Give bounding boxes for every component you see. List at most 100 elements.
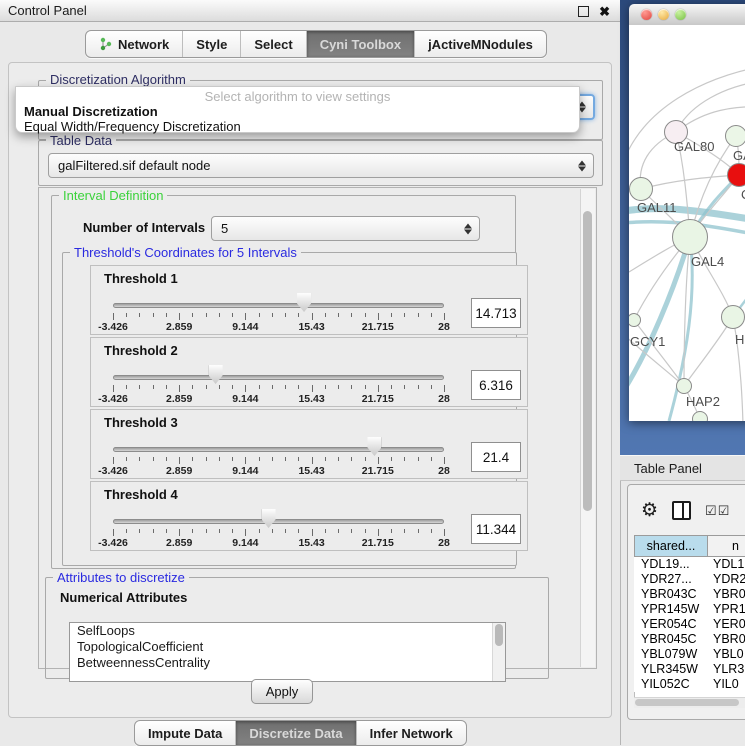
network-node-hap2[interactable] bbox=[676, 378, 692, 394]
network-canvas[interactable]: GAL80GACGAL11GAL4GCY1HHAP2 bbox=[629, 25, 745, 421]
tab-infer-network[interactable]: Infer Network bbox=[357, 721, 466, 745]
table-row[interactable]: YDR27...YDR2 bbox=[634, 572, 745, 587]
tab-discretize-data[interactable]: Discretize Data bbox=[236, 721, 356, 745]
network-node-gal11[interactable] bbox=[629, 177, 653, 201]
attribute-list-item[interactable]: TopologicalCoefficient bbox=[70, 639, 505, 655]
interval-definition-group: Interval Definition Number of Intervals … bbox=[51, 195, 516, 569]
scrollbar-thumb[interactable] bbox=[583, 211, 592, 511]
column-header-shared-name[interactable]: shared... bbox=[634, 535, 708, 557]
number-of-intervals-combobox[interactable]: 5 bbox=[211, 216, 480, 241]
settings-vertical-scrollbar[interactable] bbox=[580, 189, 595, 667]
tab-jactivemnodules[interactable]: jActiveMNodules bbox=[415, 31, 546, 57]
scale-tick-label: 28 bbox=[438, 537, 450, 549]
tab-label: Impute Data bbox=[148, 726, 222, 741]
threshold-label: Threshold 1 bbox=[104, 271, 178, 286]
scale-tick-label: 9.144 bbox=[232, 321, 258, 333]
threshold-slider-thumb[interactable] bbox=[367, 437, 381, 456]
minimize-traffic-light-icon[interactable] bbox=[658, 9, 669, 20]
scale-tick-label: 9.144 bbox=[232, 393, 258, 405]
scale-tick-label: 2.859 bbox=[166, 465, 192, 477]
scale-tick-label: 21.715 bbox=[362, 321, 394, 333]
algorithm-option-equal-width[interactable]: Equal Width/Frequency Discretization bbox=[16, 119, 579, 134]
threshold-label: Threshold 3 bbox=[104, 415, 178, 430]
threshold-value-field[interactable]: 14.713 bbox=[471, 298, 521, 328]
algorithm-dropdown-popup: Select algorithm to view settings Manual… bbox=[15, 86, 580, 133]
threshold-slider-track[interactable] bbox=[113, 375, 444, 380]
tab-style[interactable]: Style bbox=[183, 31, 241, 57]
attribute-list-item[interactable]: BetweennessCentrality bbox=[70, 655, 505, 671]
node-label: GAL11 bbox=[637, 200, 677, 215]
scrollbar-thumb[interactable] bbox=[495, 624, 503, 646]
tab-network[interactable]: Network bbox=[86, 31, 183, 57]
scale-tick-label: 21.715 bbox=[362, 465, 394, 477]
scale-tick-label: 28 bbox=[438, 393, 450, 405]
network-view-window: GAL80GACGAL11GAL4GCY1HHAP2 bbox=[629, 4, 745, 421]
scrollbar-thumb[interactable] bbox=[635, 699, 739, 706]
threshold-panel-3: Threshold 3-3.4262.8599.14415.4321.71528… bbox=[90, 409, 528, 479]
algorithm-option-manual[interactable]: Manual Discretization bbox=[16, 104, 579, 119]
scale-tick-label: 15.43 bbox=[298, 321, 324, 333]
apply-button[interactable]: Apply bbox=[251, 679, 313, 704]
threshold-value-field[interactable]: 6.316 bbox=[471, 370, 521, 400]
select-columns-checkboxes-icon[interactable]: ☑☑ bbox=[705, 504, 730, 517]
close-traffic-light-icon[interactable] bbox=[641, 9, 652, 20]
table-row[interactable]: YER054CYER0 bbox=[634, 617, 745, 632]
network-node-h[interactable] bbox=[721, 305, 745, 329]
scale-tick-label: 28 bbox=[438, 321, 450, 333]
attribute-list-item[interactable]: SelfLoops bbox=[70, 623, 505, 639]
node-label: GCY1 bbox=[630, 334, 665, 349]
algorithm-popup-hint: Select algorithm to view settings bbox=[16, 87, 579, 104]
tab-cyni-toolbox[interactable]: Cyni Toolbox bbox=[307, 31, 415, 57]
network-node-ga[interactable] bbox=[725, 125, 745, 147]
tab-label: Select bbox=[254, 37, 292, 52]
network-node[interactable] bbox=[692, 411, 708, 421]
close-icon[interactable]: ✖ bbox=[599, 5, 610, 18]
network-node-c[interactable] bbox=[727, 163, 745, 187]
column-header-name[interactable]: n bbox=[707, 535, 745, 557]
threshold-value-field[interactable]: 21.4 bbox=[471, 442, 521, 472]
table-row[interactable]: YLR345WYLR3 bbox=[634, 662, 745, 677]
scale-tick-label: 9.144 bbox=[232, 537, 258, 549]
combo-arrows-icon bbox=[578, 160, 586, 171]
table-row[interactable]: YIL052CYIL0 bbox=[634, 677, 745, 692]
table-row[interactable]: YDL19...YDL1 bbox=[634, 557, 745, 572]
tab-label: Style bbox=[196, 37, 227, 52]
threshold-slider-thumb[interactable] bbox=[297, 293, 311, 312]
list-vertical-scrollbar[interactable] bbox=[492, 623, 505, 681]
threshold-slider-track[interactable] bbox=[113, 303, 444, 308]
attributes-group-title: Attributes to discretize bbox=[53, 570, 189, 585]
numerical-attributes-label: Numerical Attributes bbox=[60, 590, 187, 605]
tab-label: Network bbox=[118, 37, 169, 52]
table-row[interactable]: YPR145WYPR1 bbox=[634, 602, 745, 617]
threshold-value-field[interactable]: 11.344 bbox=[471, 514, 521, 544]
control-panel-titlebar: Control Panel ✖ bbox=[0, 0, 620, 22]
threshold-slider-track[interactable] bbox=[113, 519, 444, 524]
scale-tick-label: 2.859 bbox=[166, 393, 192, 405]
shared-name-cell: YLR345W bbox=[634, 662, 707, 677]
gear-icon[interactable]: ⚙ bbox=[641, 501, 658, 520]
table-row[interactable]: YBR043CYBR0 bbox=[634, 587, 745, 602]
network-node-gal4[interactable] bbox=[672, 219, 708, 255]
threshold-slider-thumb[interactable] bbox=[209, 365, 223, 384]
threshold-slider-track[interactable] bbox=[113, 447, 444, 452]
numerical-attributes-list[interactable]: SelfLoopsTopologicalCoefficientBetweenne… bbox=[69, 622, 506, 682]
table-row[interactable]: YBR045CYBR0 bbox=[634, 632, 745, 647]
table-horizontal-scrollbar[interactable] bbox=[634, 697, 745, 708]
network-icon bbox=[99, 37, 113, 51]
zoom-traffic-light-icon[interactable] bbox=[675, 9, 686, 20]
float-window-icon[interactable] bbox=[578, 6, 589, 17]
table-row[interactable]: YBL079WYBL0 bbox=[634, 647, 745, 662]
scale-tick-label: 28 bbox=[438, 465, 450, 477]
name-cell: YBL0 bbox=[707, 647, 745, 662]
window-title: Control Panel bbox=[8, 3, 87, 18]
name-cell: YPR1 bbox=[707, 602, 745, 617]
table-data-combobox[interactable]: galFiltered.sif default node bbox=[48, 153, 594, 178]
scale-tick-label: -3.426 bbox=[98, 393, 128, 405]
name-cell: YLR3 bbox=[707, 662, 745, 677]
tab-label: Infer Network bbox=[370, 726, 453, 741]
tab-impute-data[interactable]: Impute Data bbox=[135, 721, 236, 745]
shared-name-cell: YER054C bbox=[634, 617, 707, 632]
tab-select[interactable]: Select bbox=[241, 31, 306, 57]
columns-icon[interactable] bbox=[672, 501, 691, 520]
threshold-slider-thumb[interactable] bbox=[262, 509, 276, 528]
